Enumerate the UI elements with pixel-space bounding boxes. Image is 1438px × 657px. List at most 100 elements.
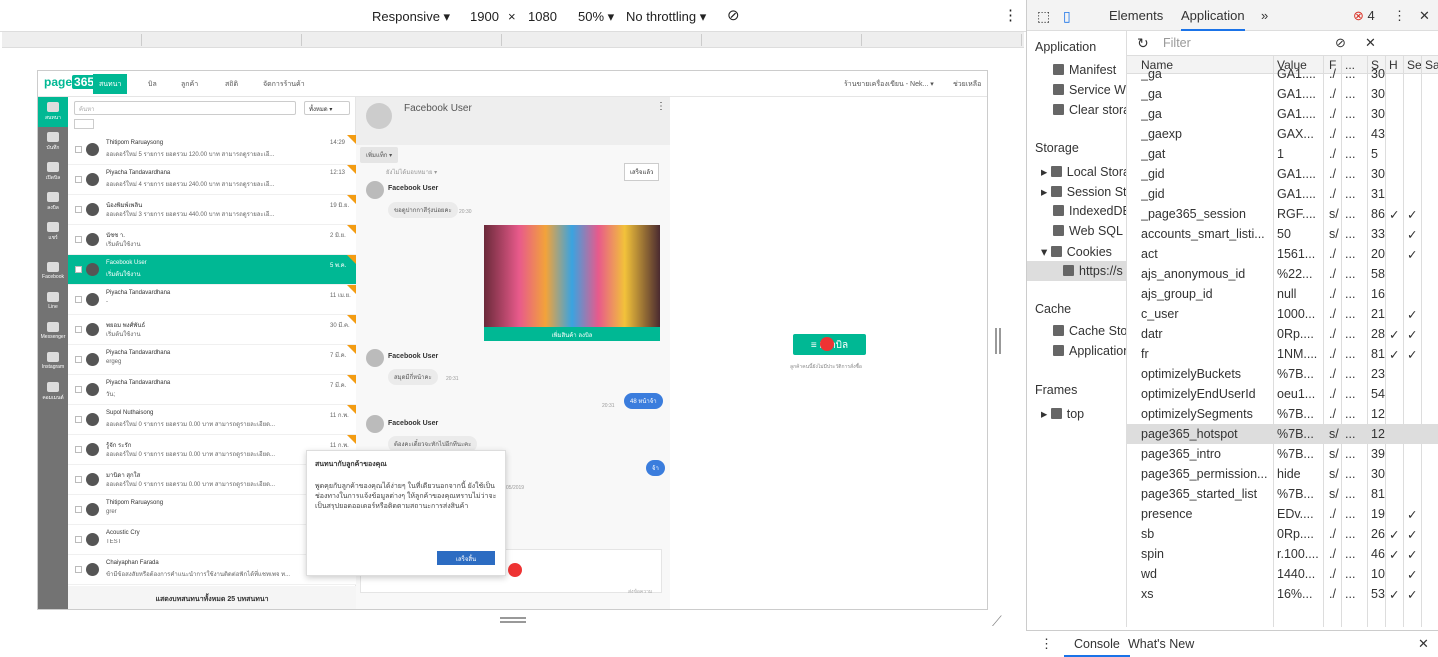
row-checkbox[interactable] <box>75 476 82 483</box>
rail-instagram[interactable]: Instagram <box>38 347 68 377</box>
row-checkbox[interactable] <box>75 146 82 153</box>
height-input[interactable]: 1080 <box>528 9 557 24</box>
product-image[interactable] <box>484 225 660 327</box>
table-row[interactable]: c_user 1000... ./... 21 ✓ <box>1127 304 1438 324</box>
sidebar-item-cookies[interactable]: ▾ Cookies <box>1041 244 1112 259</box>
rail-open-bill[interactable]: เปิดบิล <box>38 157 68 187</box>
media-query-ruler[interactable] <box>2 32 1024 48</box>
table-row[interactable]: optimizelyBuckets %7B... ./... 23 <box>1127 364 1438 384</box>
table-row[interactable]: spin r.100.... ./... 46 ✓ ✓ <box>1127 544 1438 564</box>
resize-handle-bottom[interactable] <box>500 617 526 623</box>
list-item[interactable]: Piyacha Tandavardhana ergeg 7 มี.ค. <box>68 345 356 375</box>
chat-menu-icon[interactable]: ⋮ <box>656 101 666 112</box>
sidebar-item-top-frame[interactable]: ▸ top <box>1041 406 1084 421</box>
nav-customer[interactable]: ลูกค้า <box>181 79 198 90</box>
help-link[interactable]: ช่วยเหลือ <box>953 79 981 90</box>
popup-done-button[interactable]: เสร็จสิ้น <box>437 551 495 565</box>
row-checkbox[interactable] <box>75 326 82 333</box>
table-row[interactable]: xs 16%... ./... 53 ✓ ✓ <box>1127 584 1438 604</box>
app-logo[interactable]: page 365 <box>44 75 97 89</box>
list-item[interactable]: Piyacha Tandavardhana วัน; 7 มี.ค. <box>68 375 356 405</box>
table-row[interactable]: ajs_group_id null ./... 16 <box>1127 284 1438 304</box>
table-row[interactable]: page365_started_list %7B... s/... 81 <box>1127 484 1438 504</box>
table-row[interactable]: _page365_session RGF.... s/... 86 ✓ ✓ <box>1127 204 1438 224</box>
error-count[interactable]: ⊗ 4 <box>1353 8 1375 24</box>
rail-note[interactable]: บันทึก <box>38 127 68 157</box>
sidebar-item-cache-storage[interactable]: Cache Sto <box>1053 324 1126 338</box>
table-row[interactable]: fr 1NM.... ./... 81 ✓ ✓ <box>1127 344 1438 364</box>
device-toggle-icon[interactable]: ▯ <box>1063 8 1071 25</box>
table-row[interactable]: _gaexp GAX... ./... 43 <box>1127 124 1438 144</box>
drawer-tab-whats-new[interactable]: What's New <box>1128 637 1194 651</box>
row-checkbox[interactable] <box>75 536 82 543</box>
sidebar-item-local-storage[interactable]: ▸ Local Stora <box>1041 164 1126 179</box>
table-row[interactable]: _ga GA1.... ./... 30 <box>1127 104 1438 124</box>
hotspot-dot[interactable] <box>508 563 522 577</box>
shop-select[interactable]: ร้านขายเครื่องเขียน - Nek... ▾ <box>844 79 934 90</box>
resize-corner-icon[interactable]: ⟋ <box>992 613 1002 630</box>
tab-application[interactable]: Application <box>1181 8 1245 31</box>
sidebar-item-clear-storage[interactable]: Clear stora <box>1053 103 1126 117</box>
row-checkbox[interactable] <box>75 386 82 393</box>
tag-button[interactable]: เพิ่มแท็ก ▾ <box>360 147 399 163</box>
table-row[interactable]: _gid GA1.... ./... 31 <box>1127 184 1438 204</box>
table-row[interactable]: page365_permission... hide s/... 30 <box>1127 464 1438 484</box>
nav-bill[interactable]: บิล <box>148 79 157 90</box>
tab-elements[interactable]: Elements <box>1109 8 1163 23</box>
width-input[interactable]: 1900 <box>470 9 499 24</box>
table-row[interactable]: optimizelySegments %7B... ./... 12 <box>1127 404 1438 424</box>
table-row[interactable]: _ga GA1.... ./... 30 <box>1127 84 1438 104</box>
list-item[interactable]: Facebook User เริ่มต้นใช้งาน 5 พ.ค. <box>68 255 356 285</box>
list-item[interactable]: Thitipom Raruaysong ออเดอร์ใหม่ 5 รายการ … <box>68 135 356 165</box>
sidebar-item-app-cache[interactable]: Application <box>1053 344 1126 358</box>
close-drawer-icon[interactable]: ✕ <box>1418 636 1429 652</box>
rail-user[interactable]: ลงบิล <box>38 187 68 217</box>
table-row[interactable]: _gat 1 ./... 5 <box>1127 144 1438 164</box>
add-product-button[interactable]: เพิ่มสินค้า ลงบิล <box>484 327 660 341</box>
table-row[interactable]: datr 0Rp.... ./... 28 ✓ ✓ <box>1127 324 1438 344</box>
rail-facebook[interactable]: Facebook <box>38 257 68 287</box>
conversation-search[interactable]: ค้นหา <box>74 101 296 115</box>
clear-all-icon[interactable]: ⊘ <box>1335 35 1346 51</box>
more-icon[interactable]: ⋮ <box>1003 6 1018 24</box>
row-checkbox[interactable] <box>75 206 82 213</box>
list-item[interactable]: นัชช า. เริ่มต้นใช้งาน 2 มิ.ย. <box>68 225 356 255</box>
rail-messenger[interactable]: Messenger <box>38 317 68 347</box>
delete-selected-icon[interactable]: ✕ <box>1365 35 1376 51</box>
drawer-tab-console[interactable]: Console <box>1064 637 1130 657</box>
resize-handle-right[interactable] <box>995 328 1001 354</box>
row-checkbox[interactable] <box>75 236 82 243</box>
table-row[interactable]: wd 1440... ./... 10 ✓ <box>1127 564 1438 584</box>
sidebar-item-indexeddb[interactable]: IndexedDB <box>1053 204 1126 218</box>
table-row[interactable]: optimizelyEndUserId oeu1... ./... 54 <box>1127 384 1438 404</box>
nav-shop-manage[interactable]: จัดการร้านค้า <box>263 79 305 90</box>
cookie-filter-input[interactable]: Filter <box>1159 34 1319 52</box>
list-item[interactable]: Piyacha Tandavardhana ออเดอร์ใหม่ 4 รายกา… <box>68 165 356 195</box>
filter-select[interactable]: ทั้งหมด ▾ <box>304 101 350 115</box>
row-checkbox[interactable] <box>75 566 82 573</box>
devtools-menu-icon[interactable]: ⋮ <box>1393 8 1406 24</box>
row-checkbox[interactable] <box>75 296 82 303</box>
row-checkbox[interactable] <box>75 416 82 423</box>
inspect-icon[interactable]: ⬚ <box>1037 8 1050 25</box>
more-tabs-icon[interactable]: » <box>1261 8 1268 23</box>
list-item[interactable]: Supol Nuthaisong ออเดอร์ใหม่ 0 รายการ ยอด… <box>68 405 356 435</box>
row-checkbox[interactable] <box>75 356 82 363</box>
table-row[interactable]: ajs_anonymous_id %22... ./... 58 <box>1127 264 1438 284</box>
list-item[interactable]: Piyacha Tandavardhana -11 เม.ย. <box>68 285 356 315</box>
done-button[interactable]: เสร็จแล้ว <box>624 163 660 181</box>
rail-chat[interactable]: สนทนา <box>38 97 68 127</box>
refresh-icon[interactable]: ↻ <box>1137 35 1149 52</box>
rail-comment[interactable]: คอมเมนต์ <box>38 377 68 407</box>
nav-stats[interactable]: สถิติ <box>225 79 238 90</box>
row-checkbox[interactable] <box>75 446 82 453</box>
assign-select[interactable]: ยังไม่ได้มอบหมาย ▾ <box>386 167 437 177</box>
sidebar-item-cookie-origin[interactable]: https://s <box>1063 264 1123 278</box>
hotspot-dot[interactable] <box>820 337 834 351</box>
rotate-icon[interactable]: ⊘ <box>727 6 740 24</box>
list-item[interactable]: พยอม พงศ์พันธ์ เริ่มต้นใช้งาน 30 มี.ค. <box>68 315 356 345</box>
table-row[interactable]: sb 0Rp.... ./... 26 ✓ ✓ <box>1127 524 1438 544</box>
drawer-menu-icon[interactable]: ⋮ <box>1040 636 1053 652</box>
sidebar-item-manifest[interactable]: Manifest <box>1053 63 1116 77</box>
table-row[interactable]: presence EDv.... ./... 19 ✓ <box>1127 504 1438 524</box>
